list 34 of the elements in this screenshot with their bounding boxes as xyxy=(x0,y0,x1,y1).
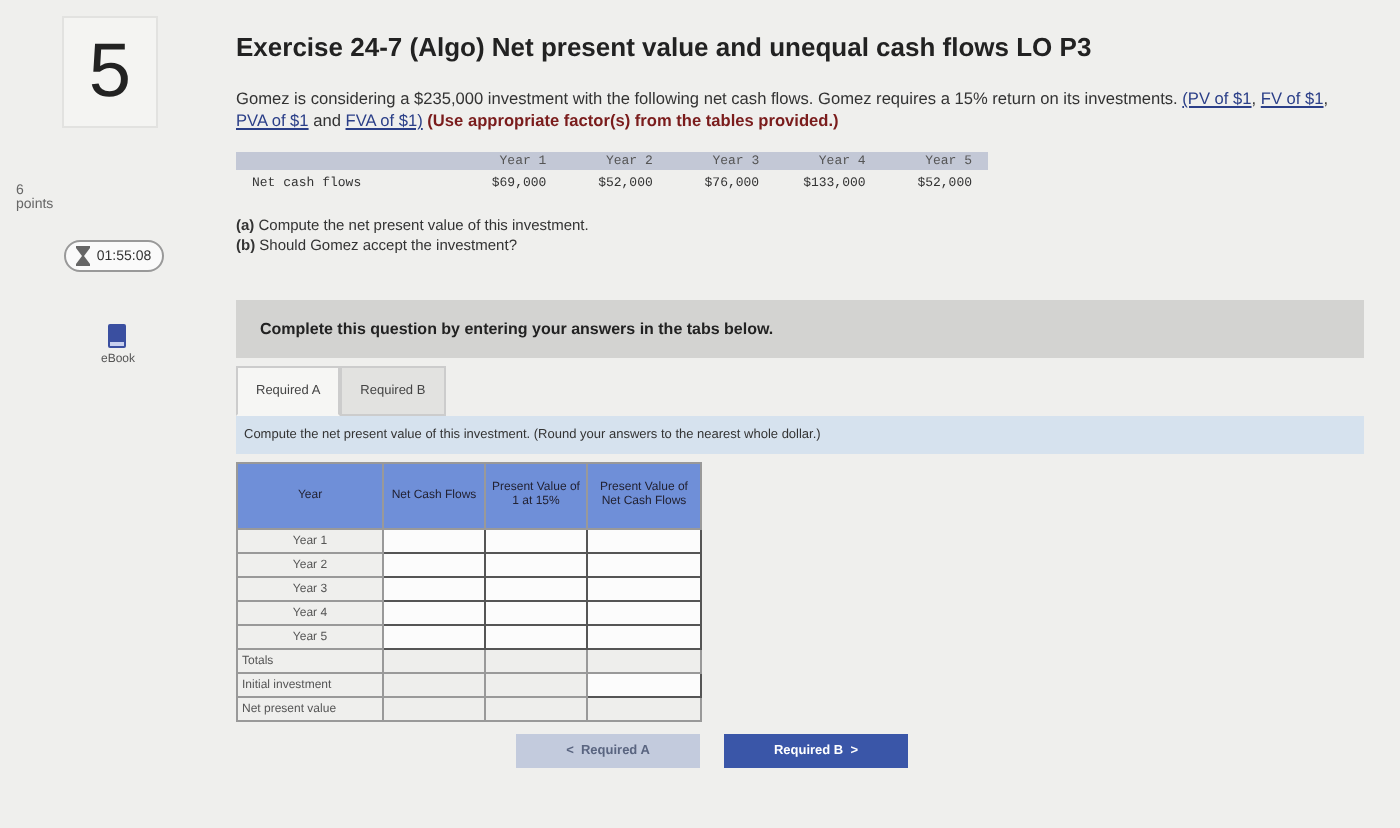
answer-field[interactable] xyxy=(383,625,485,649)
answer-field[interactable] xyxy=(383,577,485,601)
answer-field[interactable] xyxy=(587,673,701,697)
instruction-bar: Complete this question by entering your answers in the tabs below. xyxy=(236,300,1364,358)
answer-field[interactable] xyxy=(383,529,485,553)
book-icon xyxy=(108,324,127,348)
answer-field[interactable] xyxy=(587,553,701,577)
answer-field[interactable] xyxy=(587,601,701,625)
answer-field[interactable] xyxy=(587,529,701,553)
answer-field[interactable] xyxy=(587,577,701,601)
table-cell xyxy=(587,697,701,721)
factor-table-link[interactable]: FV of $1 xyxy=(1260,88,1324,108)
exercise-title: Exercise 24-7 (Algo) Net present value and unequal cash flows LO P3 xyxy=(236,32,1094,62)
answer-field[interactable] xyxy=(485,529,587,553)
answer-field[interactable] xyxy=(383,601,485,625)
answer-field[interactable] xyxy=(485,577,587,601)
factor-table-link[interactable]: FVA of $1) xyxy=(345,110,423,130)
answer-field[interactable] xyxy=(485,601,587,625)
table-cell xyxy=(485,673,587,697)
question-number: 5 xyxy=(62,16,158,128)
table-cell xyxy=(485,649,587,673)
factor-table-link[interactable]: (PV of $1 xyxy=(1182,88,1252,108)
problem-text: Gomez is considering a $235,000 investment with the following net cash flows. Gomez requires a 15% return on its investments. (PV of $1, FV of $1, PVA of $1 and FVA of $1) (Use appropriate factor(s) from the tables provided.) xyxy=(236,88,1331,132)
answer-field[interactable] xyxy=(485,625,587,649)
hourglass-icon xyxy=(76,246,91,266)
table-cell xyxy=(587,649,701,673)
table-cell xyxy=(383,673,485,697)
table-cell xyxy=(485,697,587,721)
answer-field[interactable] xyxy=(587,625,701,649)
factor-table-link[interactable]: PVA of $1 xyxy=(236,110,309,130)
table-cell xyxy=(383,649,485,673)
table-cell xyxy=(383,697,485,721)
answer-field[interactable] xyxy=(485,553,587,577)
answer-field[interactable] xyxy=(383,553,485,577)
